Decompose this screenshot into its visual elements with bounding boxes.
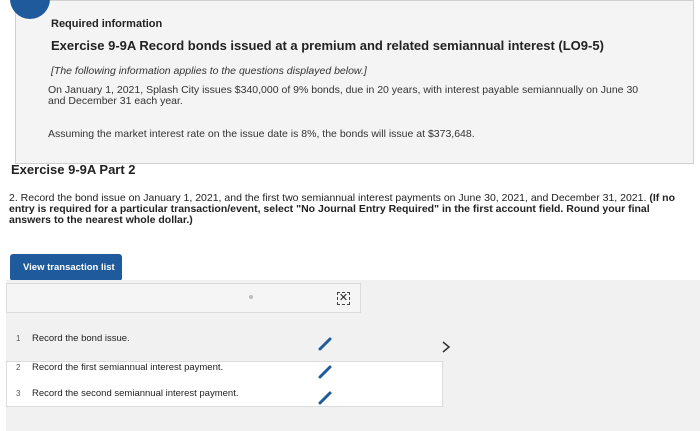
exercise-title: Exercise 9-9A Record bonds issued at a p… bbox=[51, 38, 604, 53]
info-icon bbox=[10, 0, 50, 19]
list-item[interactable]: 1 Record the bond issue. bbox=[16, 333, 130, 344]
required-information-title: Required information bbox=[51, 18, 163, 30]
info-note: [The following information applies to th… bbox=[51, 65, 367, 77]
list-item[interactable]: 2 Record the first semiannual interest pa… bbox=[16, 362, 223, 373]
pencil-icon[interactable] bbox=[317, 336, 333, 352]
header-dot bbox=[249, 295, 253, 299]
item-number: 2 bbox=[16, 363, 21, 372]
chevron-right-icon[interactable] bbox=[439, 340, 453, 354]
item-label: Record the first semiannual interest pay… bbox=[32, 362, 224, 373]
transaction-list-panel: ✕ 1 Record the bond issue. 2 Record the fi… bbox=[6, 280, 700, 431]
part-title: Exercise 9-9A Part 2 bbox=[11, 162, 136, 177]
item-label: Record the bond issue. bbox=[32, 333, 130, 344]
panel-header: ✕ bbox=[6, 283, 361, 313]
instruction-text: 2. Record the bond issue on January 1, 2… bbox=[9, 193, 679, 226]
pencil-icon[interactable] bbox=[317, 390, 333, 406]
list-item[interactable]: 3 Record the second semiannual interest p… bbox=[16, 388, 238, 399]
assumption-text: Assuming the market interest rate on the… bbox=[48, 128, 475, 140]
item-number: 3 bbox=[16, 389, 21, 398]
item-label: Record the second semiannual interest pa… bbox=[32, 388, 239, 399]
pencil-icon[interactable] bbox=[317, 364, 333, 380]
item-number: 1 bbox=[16, 334, 21, 343]
required-information-box: Required information Exercise 9-9A Recor… bbox=[10, 0, 694, 164]
close-icon[interactable]: ✕ bbox=[337, 292, 350, 305]
view-transaction-list-button[interactable]: View transaction list bbox=[10, 254, 122, 281]
problem-description: On January 1, 2021, Splash City issues $… bbox=[48, 84, 639, 107]
